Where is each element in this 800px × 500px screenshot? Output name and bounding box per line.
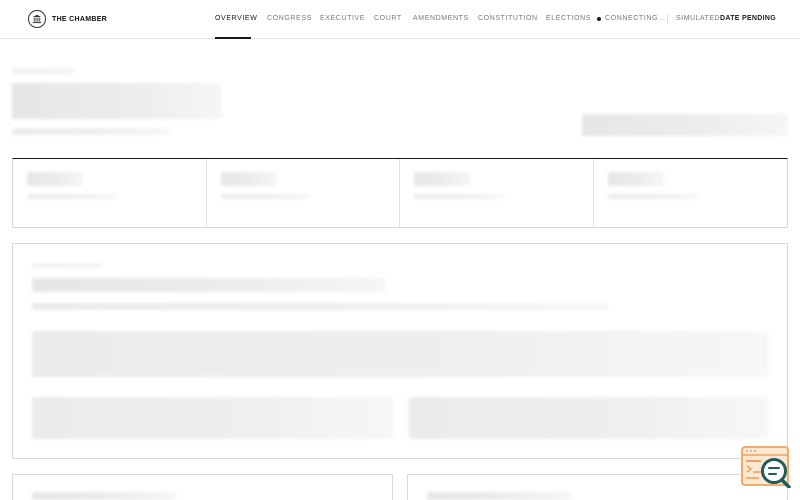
nav-tab-constitution[interactable]: CONSTITUTION [478,15,538,22]
skeleton-panel-eyebrow [32,263,102,268]
brand-name: THE CHAMBER [52,15,108,23]
stat-card [13,159,207,227]
nav-tab-congress[interactable]: CONGRESS [267,15,312,22]
skeleton-main-panel [12,243,788,459]
top-navigation-bar: THE CHAMBER OVERVIEW CONGRESS EXECUTIVE … [0,0,800,39]
skeleton-panel-title [32,278,386,292]
nav-tab-elections[interactable]: ELECTIONS [546,15,591,22]
help-chat-search-icon [741,446,791,489]
connection-status: CONNECTING... [605,15,666,22]
nav-tab-court[interactable]: COURT [374,15,402,22]
stat-cards-row [12,158,788,228]
simulated-label: SIMULATED [676,15,721,22]
skeleton-panel-left [12,474,393,500]
help-chat-button[interactable] [741,446,791,489]
brand-home-link[interactable]: THE CHAMBER [28,10,107,28]
skeleton-stat-value [414,172,470,186]
nav-tab-amendments[interactable]: AMENDMENTS [413,15,469,22]
skeleton-header-action [582,114,788,136]
skeleton-panel-right [407,474,788,500]
capitol-building-icon [28,10,46,28]
connection-status-dot-icon [597,17,601,21]
skeleton-stat-label [414,194,504,199]
nav-tab-executive[interactable]: EXECUTIVE [320,15,365,22]
skeleton-stat-value [221,172,277,186]
simulated-date: DATE PENDING [720,15,776,22]
skeleton-eyebrow [12,68,74,74]
stat-card [594,159,787,227]
skeleton-stat-value [27,172,83,186]
skeleton-page-subtitle [12,128,170,135]
skeleton-stat-label [221,194,311,199]
skeleton-panel-block [409,397,768,439]
active-tab-indicator [215,37,251,39]
skeleton-page-title [12,83,222,119]
skeleton-panel-title [427,492,571,500]
stat-card [400,159,594,227]
stat-card [207,159,400,227]
skeleton-stat-label [608,194,698,199]
skeleton-panel-block [32,331,768,377]
skeleton-panel-text [32,303,608,310]
nav-tab-overview[interactable]: OVERVIEW [215,15,257,22]
skeleton-stat-label [27,194,117,199]
skeleton-panel-block [32,397,394,439]
header-divider [667,14,668,24]
skeleton-stat-value [608,172,664,186]
skeleton-panel-title [32,492,176,500]
